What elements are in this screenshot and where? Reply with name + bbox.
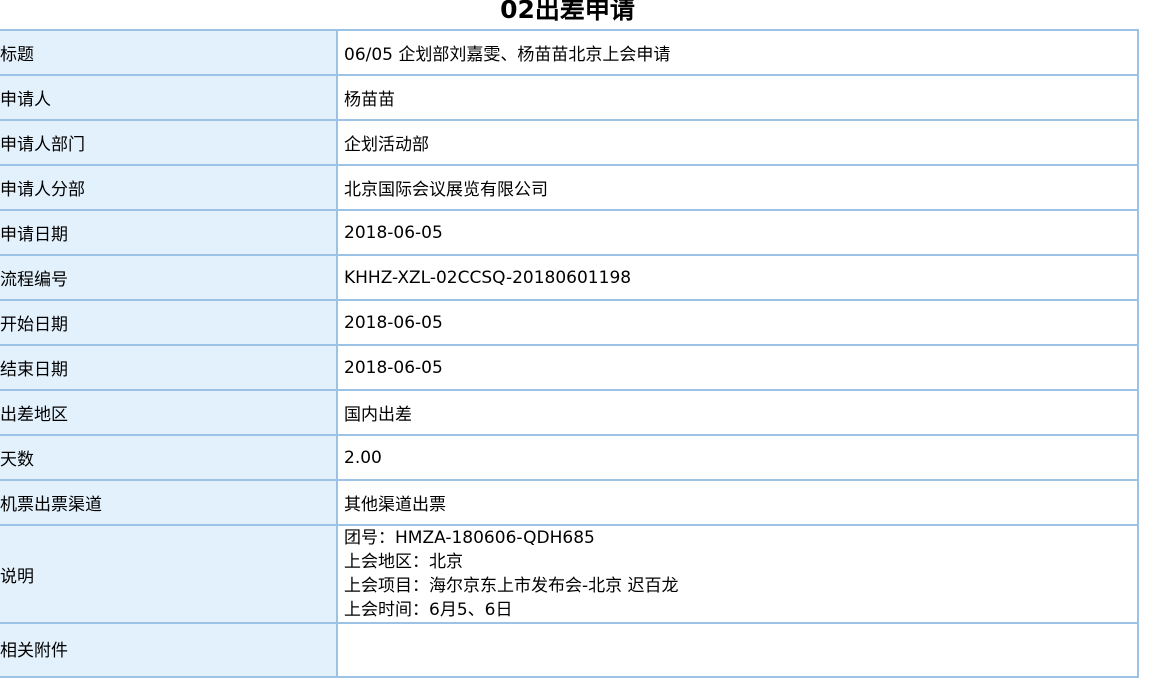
field-value-end-date: 2018-06-05 — [336, 344, 1139, 391]
field-label-start-date: 开始日期 — [0, 299, 338, 346]
field-label-end-date: 结束日期 — [0, 344, 338, 391]
form-title: 02出差申请 — [500, 0, 635, 24]
form-row-start-date: 开始日期 2018-06-05 — [0, 299, 1139, 346]
application-form-table: 标题 06/05 企划部刘嘉雯、杨苗苗北京上会申请 申请人 杨苗苗 申请人部门 … — [0, 29, 1139, 678]
field-label-trip-region: 出差地区 — [0, 389, 338, 436]
field-value-apply-date: 2018-06-05 — [336, 209, 1139, 256]
note-line-time: 上会时间：6月5、6日 — [344, 600, 513, 620]
field-value-title: 06/05 企划部刘嘉雯、杨苗苗北京上会申请 — [336, 29, 1139, 76]
form-row-ticket-channel: 机票出票渠道 其他渠道出票 — [0, 479, 1139, 526]
note-line-group-number: 团号：HMZA-180606-QDH685 — [344, 528, 595, 548]
form-row-note: 说明 团号：HMZA-180606-QDH685 上会地区：北京 上会项目：海尔… — [0, 524, 1139, 624]
note-line-project: 上会项目：海尔京东上市发布会-北京 迟百龙 — [344, 576, 679, 596]
field-label-attachments: 相关附件 — [0, 622, 338, 678]
field-label-note: 说明 — [0, 524, 338, 624]
form-row-process-number: 流程编号 KHHZ-XZL-02CCSQ-20180601198 — [0, 254, 1139, 301]
field-label-department: 申请人部门 — [0, 119, 338, 166]
field-value-days: 2.00 — [336, 434, 1139, 481]
field-label-process-number: 流程编号 — [0, 254, 338, 301]
branch-link[interactable]: 北京国际会议展览有限公司 — [336, 164, 1139, 211]
department-link[interactable]: 企划活动部 — [336, 119, 1139, 166]
form-row-apply-date: 申请日期 2018-06-05 — [0, 209, 1139, 256]
form-row-trip-region: 出差地区 国内出差 — [0, 389, 1139, 436]
field-value-process-number: KHHZ-XZL-02CCSQ-20180601198 — [336, 254, 1139, 301]
applicant-link[interactable]: 杨苗苗 — [336, 74, 1139, 121]
field-value-start-date: 2018-06-05 — [336, 299, 1139, 346]
form-row-applicant: 申请人 杨苗苗 — [0, 74, 1139, 121]
form-row-department: 申请人部门 企划活动部 — [0, 119, 1139, 166]
field-label-days: 天数 — [0, 434, 338, 481]
field-label-apply-date: 申请日期 — [0, 209, 338, 256]
note-line-region: 上会地区：北京 — [344, 552, 463, 572]
form-row-attachments: 相关附件 — [0, 622, 1139, 678]
form-row-branch: 申请人分部 北京国际会议展览有限公司 — [0, 164, 1139, 211]
field-label-branch: 申请人分部 — [0, 164, 338, 211]
field-value-note: 团号：HMZA-180606-QDH685 上会地区：北京 上会项目：海尔京东上… — [336, 524, 1139, 624]
form-row-title: 标题 06/05 企划部刘嘉雯、杨苗苗北京上会申请 — [0, 29, 1139, 76]
field-value-attachments — [336, 622, 1139, 678]
field-value-ticket-channel: 其他渠道出票 — [336, 479, 1139, 526]
field-label-ticket-channel: 机票出票渠道 — [0, 479, 338, 526]
form-row-end-date: 结束日期 2018-06-05 — [0, 344, 1139, 391]
field-label-applicant: 申请人 — [0, 74, 338, 121]
field-value-trip-region: 国内出差 — [336, 389, 1139, 436]
form-row-days: 天数 2.00 — [0, 434, 1139, 481]
field-label-title: 标题 — [0, 29, 338, 76]
